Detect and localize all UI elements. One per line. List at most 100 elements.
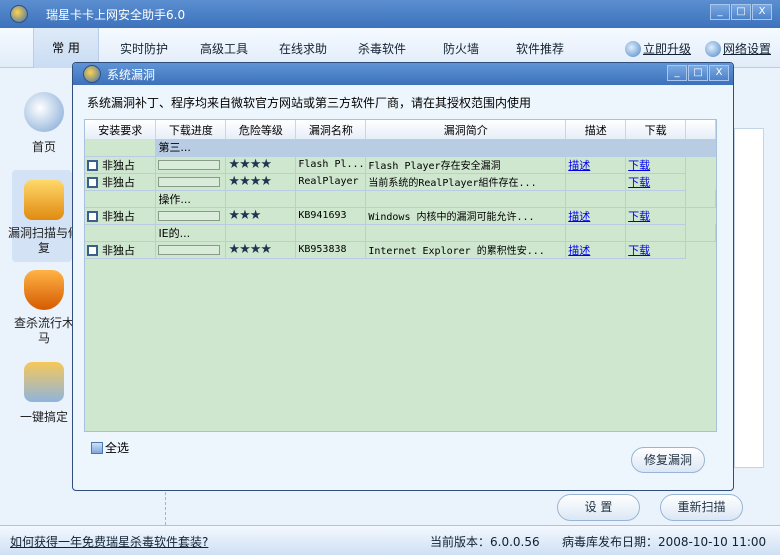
sidebar-item-vuln-scan[interactable]: 漏洞扫描与修复 [7, 180, 81, 256]
column-header-risk[interactable]: 危险等级 [225, 120, 297, 139]
tab-online-help[interactable]: 在线求助 [279, 40, 327, 57]
install-cell: 非独占 [85, 207, 157, 225]
column-header-install[interactable]: 安装要求 [85, 120, 157, 139]
tab-antivirus[interactable]: 杀毒软件 [358, 40, 406, 57]
download-link[interactable]: 下载 [628, 244, 650, 257]
promo-link[interactable]: 如何获得一年免费瑞星杀毒软件套装? [10, 533, 208, 550]
download-link[interactable]: 下载 [628, 176, 650, 189]
maximize-button[interactable]: □ [731, 4, 751, 20]
download-link[interactable]: 下载 [628, 159, 650, 172]
row-spacer [85, 190, 157, 208]
sidebar-item-trojan-scan[interactable]: 查杀流行木马 [9, 270, 79, 346]
upgrade-label: 立即升级 [643, 42, 692, 56]
vulnerability-dialog: 系统漏洞 _ □ X 系统漏洞补丁、程序均来自微软官方网站或第三方软件厂商，请在… [72, 62, 734, 491]
risk-stars: ★★★★ [225, 241, 297, 259]
table-row[interactable]: 非独占 ★★★★ RealPlayer 当前系统的RealPlayer組件存在.… [85, 173, 716, 191]
empty-cell [565, 224, 627, 242]
status-bar: 如何获得一年免费瑞星杀毒软件套装? 当前版本：6.0.0.56 病毒库发布日期：… [0, 525, 780, 555]
empty-cell [225, 190, 297, 208]
dialog-close-button[interactable]: X [709, 65, 729, 81]
row-checkbox[interactable] [87, 211, 98, 222]
row-checkbox[interactable] [87, 245, 98, 256]
vuln-name: KB953838 [295, 241, 367, 259]
progress-cell [155, 173, 227, 191]
sidebar-item-one-click[interactable]: 一键搞定 [9, 362, 79, 425]
progress-cell [155, 156, 227, 174]
install-cell: 非独占 [85, 173, 157, 191]
column-header-summary[interactable]: 漏洞简介 [365, 120, 567, 139]
group-row[interactable]: 操作... [85, 190, 716, 208]
column-header-progress[interactable]: 下载进度 [155, 120, 227, 139]
group-row[interactable]: IE的... [85, 224, 716, 242]
group-label[interactable]: 第三... [155, 139, 716, 157]
tab-realtime-protection[interactable]: 实时防护 [120, 40, 168, 57]
sidebar-label: 查杀流行木马 [13, 316, 74, 345]
home-icon [24, 92, 64, 132]
group-row[interactable]: 第三... [85, 139, 716, 157]
select-all-checkbox[interactable]: 全选 [91, 439, 129, 456]
upgrade-link[interactable]: 立即升级 [625, 40, 691, 57]
describe-link[interactable]: 描述 [568, 159, 590, 172]
empty-cell [625, 224, 687, 242]
column-header-describe[interactable]: 描述 [565, 120, 627, 139]
empty-cell [295, 224, 367, 242]
dialog-logo-icon [83, 65, 101, 83]
download-progress-bar [158, 177, 221, 187]
download-link[interactable]: 下载 [628, 210, 650, 223]
repair-vulnerabilities-button[interactable]: 修复漏洞 [631, 447, 705, 473]
empty-cell [365, 224, 567, 242]
dialog-minimize-button[interactable]: _ [667, 65, 687, 81]
risk-stars: ★★★★ [225, 173, 297, 191]
network-settings-link[interactable]: 网络设置 [705, 40, 771, 57]
sidebar-label: 一键搞定 [19, 410, 68, 424]
progress-cell [155, 241, 227, 259]
upgrade-icon [625, 40, 641, 57]
install-requirement: 非独占 [102, 175, 135, 189]
tab-advanced-tools[interactable]: 高级工具 [200, 40, 248, 57]
empty-cell [225, 224, 297, 242]
download-cell: 下载 [625, 156, 687, 174]
row-spacer [85, 224, 157, 242]
minimize-button[interactable]: _ [710, 4, 730, 20]
describe-link[interactable]: 描述 [568, 244, 590, 257]
version-text: 当前版本：6.0.0.56 [430, 535, 540, 549]
download-progress-bar [158, 245, 221, 255]
install-requirement: 非独占 [102, 243, 135, 257]
sidebar-label: 首页 [31, 140, 56, 154]
table-row[interactable]: 非独占 ★★★★ Flash Pl... Flash Player存在安全漏洞 … [85, 156, 716, 174]
shield-icon [24, 270, 64, 310]
group-label[interactable]: 操作... [155, 190, 227, 208]
empty-cell [295, 190, 367, 208]
row-checkbox[interactable] [87, 160, 98, 171]
empty-cell [685, 190, 716, 208]
empty-cell [686, 207, 716, 224]
column-header-blank [685, 120, 716, 139]
table-row[interactable]: 非独占 ★★★★ KB953838 Internet Explorer 的累积性… [85, 241, 716, 259]
empty-cell [625, 190, 687, 208]
vuln-summary: Flash Player存在安全漏洞 [365, 156, 567, 174]
vulnerability-table: 安装要求 下载进度 危险等级 漏洞名称 漏洞简介 描述 下载 第三... 非独占 … [84, 119, 717, 432]
close-button[interactable]: X [752, 4, 772, 20]
tab-software-recommend[interactable]: 软件推荐 [516, 40, 564, 57]
install-cell: 非独占 [85, 156, 157, 174]
column-header-name[interactable]: 漏洞名称 [295, 120, 367, 139]
row-checkbox[interactable] [87, 177, 98, 188]
tab-firewall[interactable]: 防火墙 [443, 40, 479, 57]
network-icon [705, 40, 721, 57]
title-bar: 瑞星卡卡上网安全助手6.0 _ □ X [0, 0, 780, 28]
settings-button[interactable]: 设 置 [557, 494, 640, 521]
table-row[interactable]: 非独占 ★★★ KB941693 Windows 内核中的漏洞可能允许... 描… [85, 207, 716, 225]
notice-text: 系统漏洞补丁、程序均来自微软官方网站或第三方软件厂商，请在其授权范围内使用 [87, 96, 532, 110]
vuln-summary: Internet Explorer 的累积性安... [365, 241, 567, 259]
sidebar-item-home[interactable]: 首页 [9, 92, 79, 155]
empty-cell [686, 156, 716, 173]
vuln-name: KB941693 [295, 207, 367, 225]
group-label[interactable]: IE的... [155, 224, 227, 242]
dialog-maximize-button[interactable]: □ [688, 65, 708, 81]
column-header-download[interactable]: 下载 [625, 120, 687, 139]
install-requirement: 非独占 [102, 209, 135, 223]
risk-stars: ★★★ [225, 207, 297, 225]
dialog-title: 系统漏洞 [107, 68, 156, 82]
describe-link[interactable]: 描述 [568, 210, 590, 223]
rescan-button[interactable]: 重新扫描 [660, 494, 743, 521]
